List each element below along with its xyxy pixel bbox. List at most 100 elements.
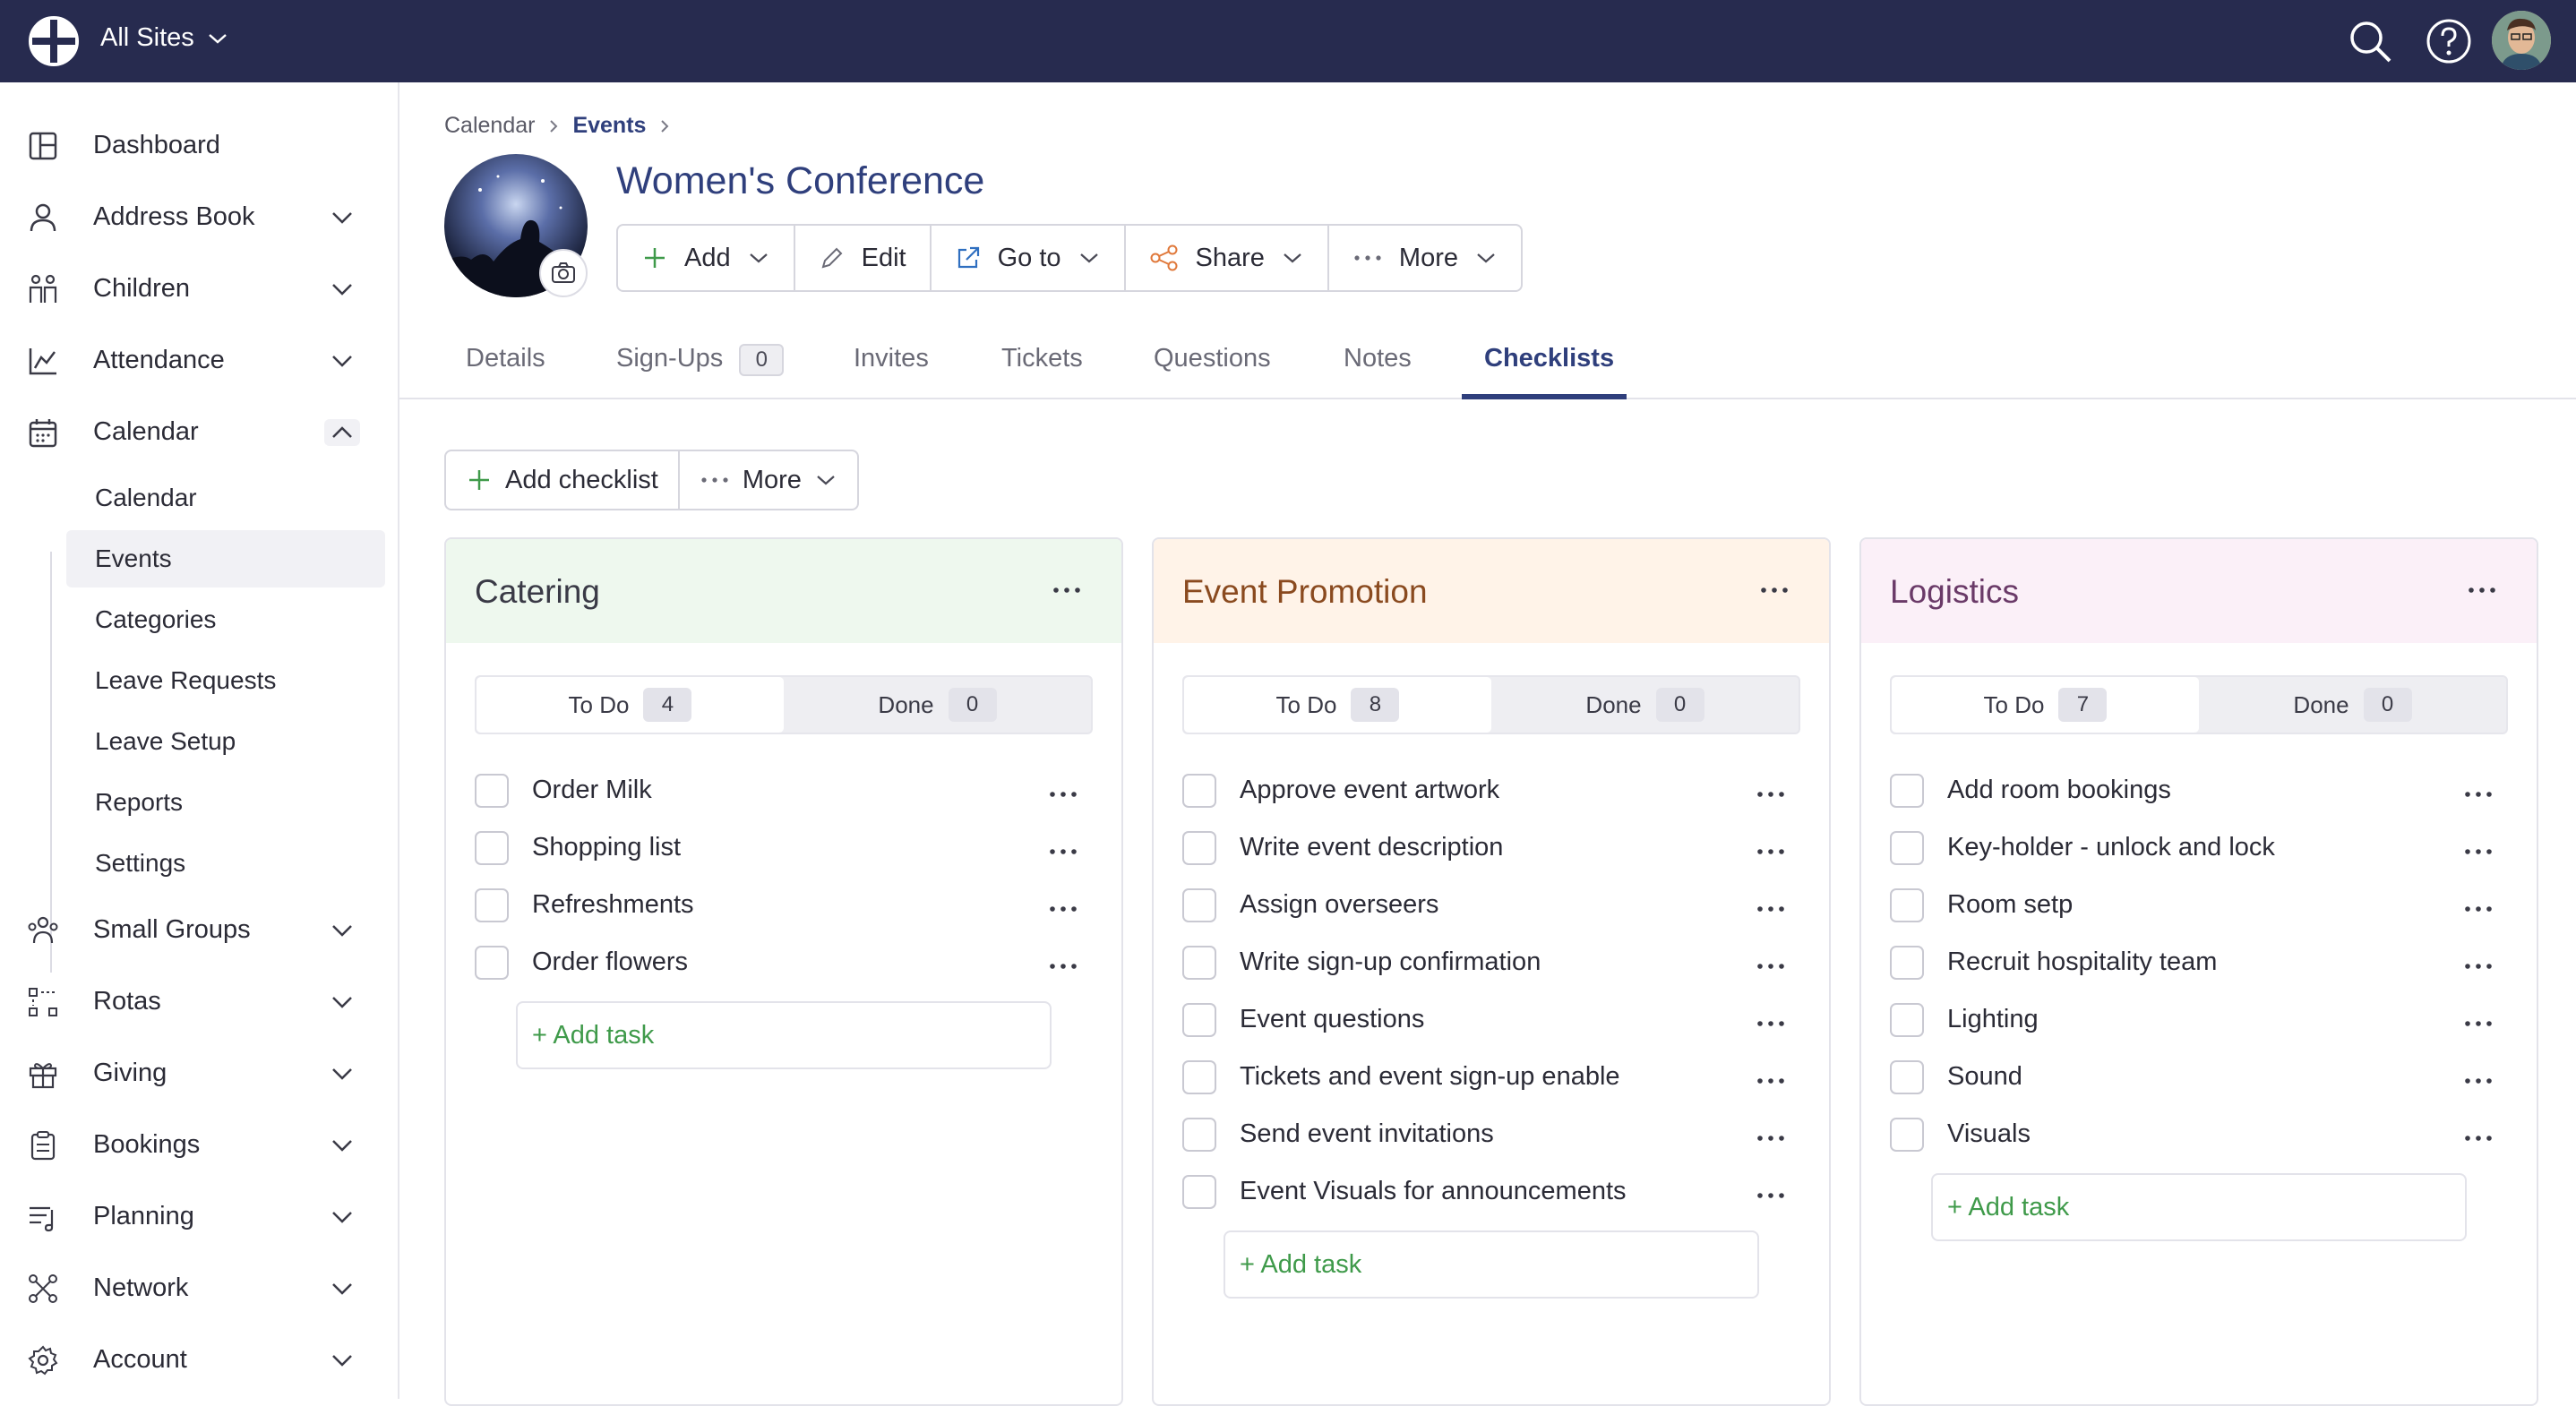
change-image-button[interactable]: [539, 249, 588, 297]
task-menu-button[interactable]: [2463, 903, 2494, 913]
task-menu-button[interactable]: [1048, 960, 1078, 971]
sidebar-item-address-book[interactable]: Address Book: [0, 186, 399, 249]
task-menu-button[interactable]: [1756, 903, 1786, 913]
task-checkbox[interactable]: [1890, 1118, 1924, 1152]
task-menu-button[interactable]: [1756, 1017, 1786, 1028]
sidebar-item-rotas[interactable]: Rotas: [0, 971, 399, 1033]
task-menu-button[interactable]: [2463, 1017, 2494, 1028]
sidebar-item-calendar[interactable]: Calendar: [0, 401, 399, 464]
task-checkbox[interactable]: [1182, 946, 1216, 980]
checklist-menu-button[interactable]: [1052, 584, 1082, 595]
church-logo-icon[interactable]: [27, 14, 81, 68]
chevron-down-icon[interactable]: [324, 347, 360, 374]
sidebar-item-giving[interactable]: Giving: [0, 1042, 399, 1105]
checklist-menu-button[interactable]: [1759, 584, 1790, 595]
task-checkbox[interactable]: [1182, 831, 1216, 865]
tab-questions[interactable]: Questions: [1154, 340, 1271, 399]
sidebar-subitem-events[interactable]: Events: [66, 530, 385, 587]
task-checkbox[interactable]: [1182, 1003, 1216, 1037]
task-checkbox[interactable]: [1182, 1118, 1216, 1152]
add-button[interactable]: Add: [618, 226, 795, 290]
task-menu-button[interactable]: [1048, 903, 1078, 913]
tab-tickets[interactable]: Tickets: [1001, 340, 1083, 399]
done-tab[interactable]: Done 0: [1491, 677, 1799, 733]
task-checkbox[interactable]: [475, 888, 509, 922]
task-menu-button[interactable]: [2463, 960, 2494, 971]
task-menu-button[interactable]: [1756, 788, 1786, 799]
task-checkbox[interactable]: [1890, 1003, 1924, 1037]
done-tab[interactable]: Done 0: [784, 677, 1091, 733]
tab-invites[interactable]: Invites: [854, 340, 929, 399]
sidebar-subitem-leave-requests[interactable]: Leave Requests: [66, 652, 385, 709]
add-task-button[interactable]: + Add task: [1931, 1173, 2467, 1241]
tab-details[interactable]: Details: [466, 340, 545, 399]
tab-checklists[interactable]: Checklists: [1484, 340, 1614, 399]
task-menu-button[interactable]: [1756, 1075, 1786, 1085]
chevron-down-icon[interactable]: [324, 1347, 360, 1374]
todo-tab[interactable]: To Do 7: [1892, 677, 2199, 733]
task-menu-button[interactable]: [1048, 845, 1078, 856]
add-task-button[interactable]: + Add task: [516, 1001, 1052, 1069]
user-avatar[interactable]: [2492, 11, 2551, 70]
task-menu-button[interactable]: [2463, 845, 2494, 856]
task-checkbox[interactable]: [1182, 1060, 1216, 1094]
sidebar-subitem-calendar[interactable]: Calendar: [66, 469, 385, 527]
task-checkbox[interactable]: [1182, 888, 1216, 922]
todo-tab[interactable]: To Do 8: [1184, 677, 1491, 733]
breadcrumb-calendar[interactable]: Calendar: [444, 113, 535, 139]
chevron-up-icon[interactable]: [324, 419, 360, 446]
site-selector[interactable]: All Sites: [100, 23, 228, 53]
chevron-down-icon[interactable]: [324, 989, 360, 1016]
chevron-down-icon[interactable]: [324, 1204, 360, 1230]
task-menu-button[interactable]: [1756, 960, 1786, 971]
task-checkbox[interactable]: [475, 946, 509, 980]
done-tab[interactable]: Done 0: [2199, 677, 2506, 733]
sidebar-item-network[interactable]: Network: [0, 1257, 399, 1320]
task-menu-button[interactable]: [2463, 1075, 2494, 1085]
chevron-down-icon[interactable]: [324, 1132, 360, 1159]
sidebar-item-bookings[interactable]: Bookings: [0, 1114, 399, 1177]
tab-sign-ups[interactable]: Sign-Ups 0: [616, 340, 785, 399]
task-menu-button[interactable]: [1756, 1132, 1786, 1143]
sidebar-subitem-reports[interactable]: Reports: [66, 774, 385, 831]
search-icon[interactable]: [2343, 14, 2397, 68]
task-menu-button[interactable]: [1756, 1189, 1786, 1200]
goto-button[interactable]: Go to: [932, 226, 1126, 290]
sidebar-item-dashboard[interactable]: Dashboard: [0, 115, 399, 177]
task-checkbox[interactable]: [1890, 831, 1924, 865]
chevron-down-icon[interactable]: [324, 204, 360, 231]
checklist-more-button[interactable]: More: [680, 451, 857, 509]
chevron-down-icon[interactable]: [324, 276, 360, 303]
task-checkbox[interactable]: [1890, 1060, 1924, 1094]
help-icon[interactable]: [2422, 14, 2476, 68]
breadcrumb-events[interactable]: Events: [572, 113, 646, 139]
task-checkbox[interactable]: [1890, 774, 1924, 808]
task-menu-button[interactable]: [2463, 788, 2494, 799]
task-checkbox[interactable]: [1890, 946, 1924, 980]
task-menu-button[interactable]: [2463, 1132, 2494, 1143]
task-menu-button[interactable]: [1048, 788, 1078, 799]
sidebar-item-planning[interactable]: Planning: [0, 1186, 399, 1248]
add-checklist-button[interactable]: Add checklist: [446, 451, 680, 509]
edit-button[interactable]: Edit: [795, 226, 932, 290]
task-menu-button[interactable]: [1756, 845, 1786, 856]
sidebar-subitem-settings[interactable]: Settings: [66, 835, 385, 892]
task-checkbox[interactable]: [1890, 888, 1924, 922]
task-checkbox[interactable]: [475, 831, 509, 865]
chevron-down-icon[interactable]: [324, 1060, 360, 1087]
sidebar-subitem-leave-setup[interactable]: Leave Setup: [66, 713, 385, 770]
tab-notes[interactable]: Notes: [1344, 340, 1412, 399]
chevron-down-icon[interactable]: [324, 1275, 360, 1302]
share-button[interactable]: Share: [1126, 226, 1329, 290]
todo-tab[interactable]: To Do 4: [477, 677, 784, 733]
add-task-button[interactable]: + Add task: [1224, 1230, 1759, 1299]
sidebar-subitem-categories[interactable]: Categories: [66, 591, 385, 648]
more-button[interactable]: More: [1329, 226, 1521, 290]
task-checkbox[interactable]: [475, 774, 509, 808]
checklist-menu-button[interactable]: [2467, 584, 2497, 595]
task-checkbox[interactable]: [1182, 774, 1216, 808]
chevron-down-icon[interactable]: [324, 917, 360, 944]
sidebar-item-account[interactable]: Account: [0, 1329, 399, 1392]
sidebar-item-children[interactable]: Children: [0, 258, 399, 321]
task-checkbox[interactable]: [1182, 1175, 1216, 1209]
